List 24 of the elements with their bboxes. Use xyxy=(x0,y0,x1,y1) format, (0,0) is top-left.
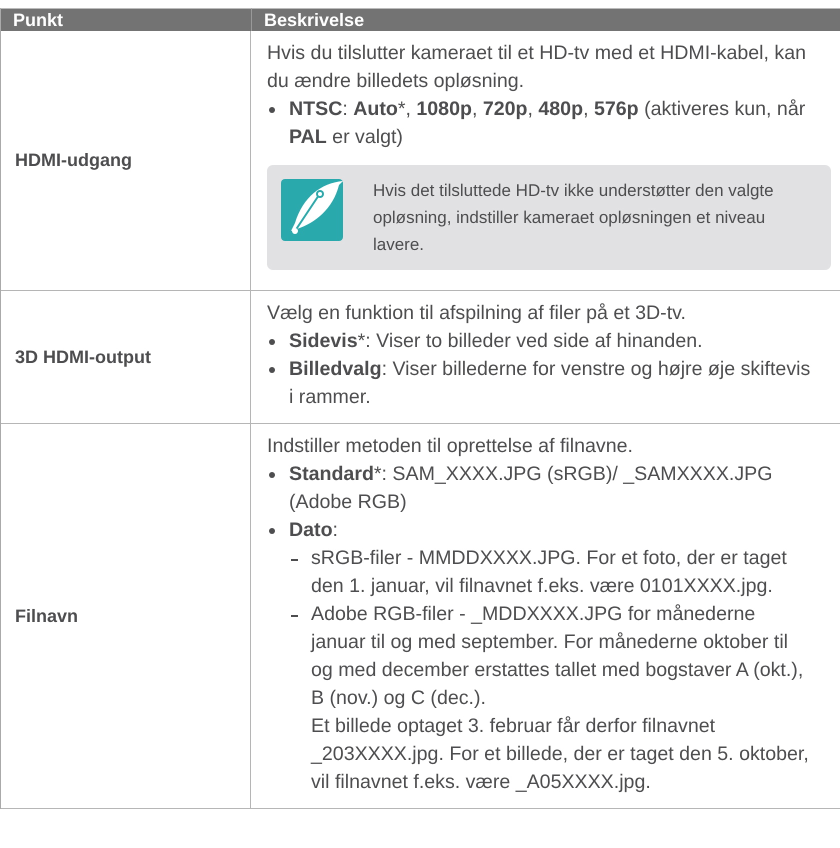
dash-text: sRGB-filer - MMDDXXXX.JPG. For et foto, der er taget den 1. januar, vil filnavnet f.eks. være 0101XXXX.jpg. xyxy=(311,546,788,599)
note-text: Hvis det tilsluttede HD-tv ikke understøtter den valgte opløsning, indstiller kameraet opløsningen et niveau lavere. xyxy=(373,180,775,256)
bullet-icon xyxy=(269,107,275,113)
description-text: Vælg en funktion til afspilning af filer på et 3D-tv. xyxy=(267,301,687,326)
item-name-cell: HDMI-udgang xyxy=(1,31,251,291)
dash-icon xyxy=(291,615,298,616)
bullet-icon xyxy=(269,472,275,478)
dash-text: Adobe RGB-filer - _MDDXXXX.JPG for månederne januar til og med september. For månederne oktober til og med december erstattes tallet med bogstaver A (okt.), B (nov.) og C (dec.). Et billede optaget 3. februar får derfor filnavnet _203XXXX.jpg. For et billede, der er taget den 5. oktober, vil filnavnet f.eks. være _A05XXXX.jpg. xyxy=(311,602,810,795)
description-text: Indstiller metoden til oprettelse af filnavne. xyxy=(267,434,634,459)
item-name-cell: 3D HDMI-output xyxy=(1,291,251,424)
column-header: Punkt xyxy=(1,8,251,31)
pen-nib-icon xyxy=(281,179,343,241)
bullet-text: Sidevis*: Viser to billeder ved side af hinanden. xyxy=(289,329,703,354)
bullet-text: Dato: xyxy=(289,518,338,543)
bullet-text: Billedvalg: Viser billederne for venstre og højre øje skiftevis i rammer. xyxy=(289,357,812,410)
bullet-text: NTSC: Auto*, 1080p, 720p, 480p, 576p (aktiveres kun, når PAL er valgt) xyxy=(289,97,806,150)
bullet-icon xyxy=(269,339,275,345)
dash-icon xyxy=(291,559,298,560)
bullet-icon xyxy=(269,367,275,373)
column-header: Beskrivelse xyxy=(251,8,840,31)
bullet-text: Standard*: SAM_XXXX.JPG (sRGB)/ _SAMXXXX.JPG (Adobe RGB) xyxy=(289,462,774,515)
description-text: Hvis du tilslutter kameraet til et HD-tv med et HDMI-kabel, kan du ændre billedets opløsning. xyxy=(267,41,807,94)
bullet-icon xyxy=(269,528,275,534)
item-name-cell: Filnavn xyxy=(1,424,251,809)
